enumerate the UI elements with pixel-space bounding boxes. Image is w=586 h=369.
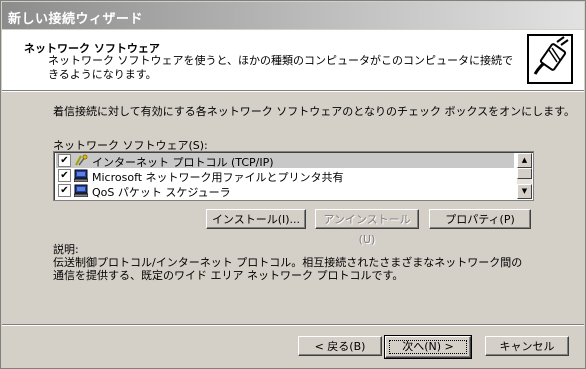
description-label: 説明: xyxy=(53,243,79,256)
instruction-text: 着信接続に対して有効にする各ネットワーク ソフトウェアのとなりのチェック ボック… xyxy=(53,105,576,118)
back-button[interactable]: < 戻る(B) xyxy=(298,336,382,356)
protocol-icon xyxy=(74,154,88,167)
window-title: 新しい接続ウィザード xyxy=(8,12,144,27)
cancel-button[interactable]: キャンセル xyxy=(485,336,569,356)
list-item[interactable]: ✔ インターネット プロトコル (TCP/IP) xyxy=(56,153,514,169)
scroll-down-icon[interactable]: ▼ xyxy=(517,184,532,199)
checkbox[interactable]: ✔ xyxy=(58,154,71,167)
scroll-up-icon[interactable]: ▲ xyxy=(517,153,532,168)
software-listbox[interactable]: ✔ インターネット プロトコル (TCP/IP) ✔ Microsoft ネット… xyxy=(53,151,534,201)
computer-icon xyxy=(73,184,89,198)
properties-button[interactable]: プロパティ(P) xyxy=(429,209,531,229)
computer-icon xyxy=(73,169,89,183)
list-item-label: QoS パケット スケジューラ xyxy=(92,186,231,199)
scroll-thumb[interactable] xyxy=(517,168,532,179)
title-bar[interactable]: 新しい接続ウィザード xyxy=(2,2,584,29)
list-item[interactable]: ✔ QoS パケット スケジューラ xyxy=(56,183,514,199)
wizard-window: 新しい接続ウィザード ネットワーク ソフトウェア ネットワーク ソフトウェアを使… xyxy=(0,0,586,369)
uninstall-button[interactable]: アンインストール(U) xyxy=(315,209,419,246)
checkbox[interactable]: ✔ xyxy=(58,184,71,197)
install-button[interactable]: インストール(I)... xyxy=(206,209,306,229)
checkbox[interactable]: ✔ xyxy=(58,169,71,182)
description-text: 伝送制御プロトコル/インターネット プロトコル。相互接続されたさまざまなネットワ… xyxy=(53,256,523,282)
list-item[interactable]: ✔ Microsoft ネットワーク用ファイルとプリンタ共有 xyxy=(56,168,514,184)
focus-rectangle xyxy=(389,340,467,354)
footer-divider-highlight xyxy=(2,325,584,326)
header-divider xyxy=(2,91,584,92)
header-subtitle: ネットワーク ソフトウェアを使うと、ほかの種類のコンピュータがこのコンピュータに… xyxy=(48,54,514,81)
next-button[interactable]: 次へ(N) > xyxy=(384,335,472,359)
wizard-header: ネットワーク ソフトウェア ネットワーク ソフトウェアを使うと、ほかの種類のコン… xyxy=(2,30,584,91)
list-scrollbar[interactable]: ▲ ▼ xyxy=(517,153,532,199)
network-cable-plug-icon xyxy=(527,34,573,84)
